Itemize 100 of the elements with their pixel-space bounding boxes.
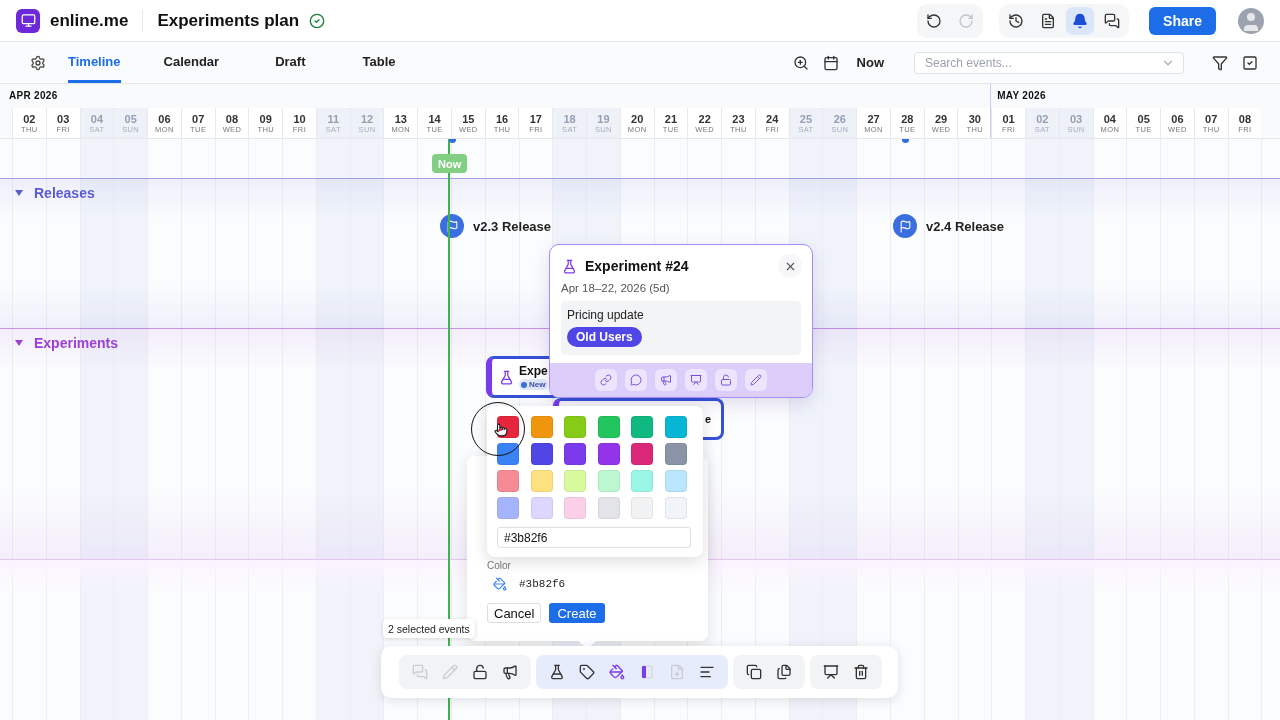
color-swatch[interactable] [664, 416, 687, 438]
hex-input[interactable]: #3b82f6 [497, 527, 691, 548]
pencil-icon [442, 664, 458, 680]
settings-icon[interactable] [30, 54, 46, 71]
edit-button[interactable] [745, 369, 767, 391]
align-left-icon [699, 664, 715, 680]
files-icon [776, 664, 792, 680]
view-tab[interactable]: Calendar [163, 42, 220, 83]
monitor-icon [20, 13, 36, 28]
now-button[interactable]: Now [852, 55, 888, 70]
color-swatch[interactable] [664, 470, 687, 492]
color-swatch[interactable] [564, 497, 586, 519]
close-button[interactable] [778, 254, 802, 278]
flask-icon [499, 369, 514, 385]
color-swatch[interactable] [631, 416, 653, 438]
month-label: APR 2026 [9, 89, 59, 103]
checkbox-icon[interactable] [1242, 54, 1258, 71]
user-avatar[interactable] [1238, 7, 1264, 34]
color-swatch[interactable] [631, 443, 653, 465]
event-dates: Apr 18–22, 2026 (5d) [560, 281, 671, 294]
comment-icon [630, 374, 642, 386]
color-swatch[interactable] [564, 443, 586, 465]
section-title[interactable]: Experiments [34, 335, 119, 351]
cancel-button[interactable]: Cancel [487, 603, 542, 623]
color-swatch[interactable] [564, 470, 586, 492]
history-icon [1008, 12, 1025, 29]
color-bar-icon [639, 664, 655, 680]
hand-cursor-icon [494, 423, 508, 437]
collapse-caret-icon[interactable] [14, 189, 24, 197]
search-input[interactable]: Search events... [923, 54, 1161, 71]
flag-icon [898, 219, 912, 233]
share-button[interactable]: Share [1149, 6, 1216, 35]
calendar-icon[interactable] [822, 54, 839, 71]
color-swatch[interactable] [664, 497, 687, 519]
milestone-marker[interactable] [440, 214, 464, 238]
app-name: enline.me [50, 10, 129, 31]
color-swatch[interactable] [497, 443, 519, 465]
popover-title: Experiment #24 [585, 258, 689, 274]
color-swatch[interactable] [530, 443, 553, 465]
pencil-icon [750, 374, 762, 386]
document-icon [1040, 12, 1057, 29]
color-swatch[interactable] [564, 416, 586, 438]
zoom-in-icon[interactable] [792, 54, 809, 71]
paint-bucket-icon [609, 664, 625, 680]
presentation-icon [823, 664, 839, 680]
view-tab[interactable]: Draft [275, 42, 306, 83]
color-swatch[interactable] [497, 497, 519, 519]
redo-icon [958, 12, 975, 29]
card-title: e [704, 413, 711, 425]
color-swatch[interactable] [597, 470, 620, 492]
color-label: Color [487, 560, 512, 571]
flask-icon [562, 258, 577, 274]
milestone-marker[interactable] [893, 214, 917, 238]
document-title: Experiments plan [157, 10, 300, 31]
release-label[interactable]: v2.4 Release [926, 218, 1005, 234]
color-swatch[interactable] [530, 497, 553, 519]
tag-icon [579, 664, 595, 680]
color-value[interactable]: #3b82f6 [519, 578, 566, 590]
color-swatch[interactable] [530, 470, 553, 492]
audience-tag: Old Users [567, 327, 642, 347]
now-badge: Now [432, 154, 468, 173]
flask-icon [549, 664, 565, 680]
create-button[interactable]: Create [549, 603, 605, 623]
selection-tooltip: 2 selected events [383, 619, 475, 638]
release-label[interactable]: v2.3 Release [473, 218, 552, 234]
color-swatch[interactable] [631, 470, 653, 492]
copy-icon [746, 664, 762, 680]
unlock-icon [720, 374, 732, 386]
view-tab[interactable]: Table [362, 42, 396, 83]
file-plus-icon [669, 664, 685, 680]
filter-icon[interactable] [1212, 54, 1228, 71]
chat-icon [1104, 12, 1121, 29]
link-button[interactable] [595, 369, 617, 391]
paint-bucket-icon[interactable] [493, 577, 507, 591]
bell-button[interactable] [1066, 6, 1095, 35]
presentation-button[interactable] [685, 369, 707, 391]
color-swatch[interactable] [530, 416, 553, 438]
color-swatch[interactable] [597, 443, 620, 465]
color-swatch[interactable] [664, 443, 687, 465]
undo-icon [926, 12, 943, 29]
status-text: New [529, 380, 546, 389]
chat-icon [412, 664, 428, 680]
comment-button[interactable] [625, 369, 647, 391]
status-dot [521, 381, 527, 388]
month-label: MAY 2026 [996, 89, 1047, 103]
color-swatch[interactable] [631, 497, 653, 519]
color-swatch[interactable] [497, 470, 519, 492]
presentation-icon [690, 374, 702, 386]
search-field[interactable]: Search events... [914, 51, 1184, 74]
collapse-caret-icon[interactable] [14, 339, 24, 347]
event-description: Pricing update [567, 308, 644, 322]
section-title[interactable]: Releases [34, 185, 95, 201]
color-swatch[interactable] [597, 497, 620, 519]
link-icon [600, 374, 612, 386]
bell-icon [1072, 12, 1089, 29]
megaphone-icon [660, 374, 672, 386]
trash-icon [853, 664, 869, 680]
megaphone-icon [502, 664, 518, 680]
unlock-icon [472, 664, 488, 680]
color-swatch[interactable] [597, 416, 620, 438]
